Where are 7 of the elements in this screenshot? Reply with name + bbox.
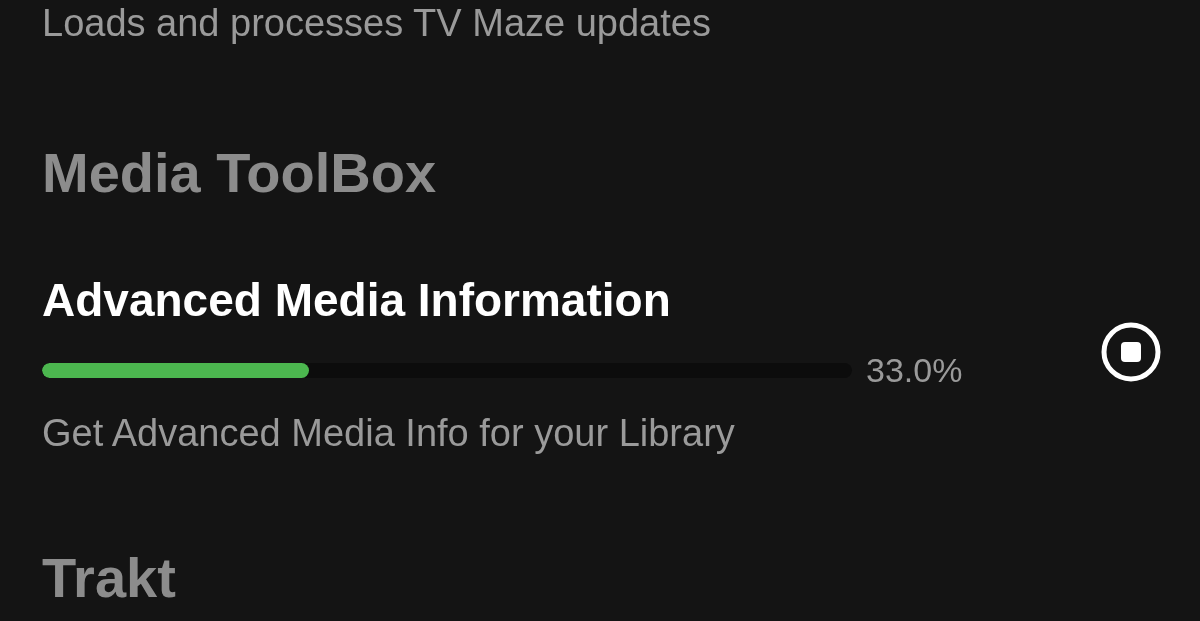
task-description: Get Advanced Media Info for your Library — [42, 411, 735, 456]
task-title: Advanced Media Information — [42, 273, 671, 327]
section-heading: Trakt — [42, 546, 176, 610]
section-heading: Media ToolBox — [42, 141, 437, 205]
task-description: Loads and processes TV Maze updates — [42, 1, 711, 46]
stop-icon[interactable] — [1100, 320, 1162, 383]
progress-percent: 33.0% — [866, 350, 963, 390]
